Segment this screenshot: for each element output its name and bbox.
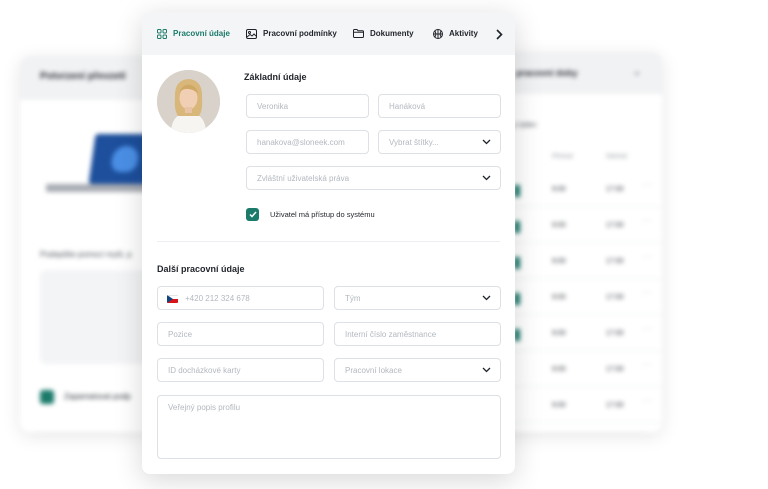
public-profile-placeholder: Veřejný popis profilu [168, 403, 241, 412]
first-name-value: Veronika [257, 102, 289, 111]
employee-id-placeholder: Interní číslo zaměstnance [345, 330, 437, 339]
grid-icon [157, 28, 167, 39]
user-rights-placeholder: Zvláštní uživatelská práva [257, 174, 350, 183]
first-name-field[interactable]: Veronika [246, 94, 369, 118]
tags-placeholder: Vybrat štítky... [389, 138, 439, 147]
email-field[interactable]: hanakova@sloneek.com [246, 130, 369, 154]
phone-field[interactable]: +420 212 324 678 [157, 286, 324, 310]
tab-label: Pracovní údaje [173, 29, 230, 38]
more-icon: ··· [642, 324, 653, 333]
tab-label: Dokumenty [370, 29, 414, 38]
attendance-card-placeholder: ID docházkové karty [168, 366, 241, 375]
more-icon: ··· [642, 216, 653, 225]
chevron-down-icon [482, 367, 491, 373]
background-sign-text: Podepište pomocí myši, p [40, 250, 132, 259]
avatar[interactable] [157, 70, 220, 133]
work-location-select[interactable]: Pracovní lokace [334, 358, 501, 382]
row-arrival: 9:00 [552, 186, 566, 193]
row-arrival: 9:00 [552, 330, 566, 337]
basketball-icon [433, 28, 443, 39]
background-worktime-subtitle: ý týden [514, 122, 537, 129]
czech-flag-icon [167, 295, 178, 303]
row-departure: 17:00 [606, 186, 624, 193]
system-access-label: Uživatel má přístup do systému [270, 210, 375, 219]
last-name-field[interactable]: Hanáková [378, 94, 501, 118]
profile-photo [157, 70, 220, 133]
image-icon [246, 28, 257, 39]
position-field[interactable]: Pozice [157, 322, 324, 346]
public-profile-textarea[interactable]: Veřejný popis profilu [157, 395, 501, 459]
row-arrival: 9:00 [552, 402, 566, 409]
team-select[interactable]: Tým [334, 286, 501, 310]
tab-documents[interactable]: Dokumenty [353, 12, 414, 55]
row-arrival: 9:00 [552, 294, 566, 301]
chevron-down-icon [482, 175, 491, 181]
chevron-right-icon [495, 28, 503, 40]
more-icon: ··· [642, 180, 653, 189]
background-worktime-title: pracovní doby [516, 68, 578, 78]
more-icon: ··· [642, 360, 653, 369]
basic-info-title: Základní údaje [244, 72, 307, 82]
tags-select[interactable]: Vybrat štítky... [378, 130, 501, 154]
row-arrival: 9:00 [552, 222, 566, 229]
employee-detail-card: Pracovní údaje Pracovní podmínky Dokumen… [142, 12, 515, 474]
background-remember-label: Zapamatovat podp [64, 392, 131, 401]
background-worktime-panel: pracovní doby ⌄ ý týden Příchod Odchod 9… [490, 52, 662, 432]
row-departure: 17:00 [606, 366, 624, 373]
team-placeholder: Tým [345, 294, 361, 303]
extra-info-title: Další pracovní údaje [157, 264, 245, 274]
row-arrival: 9:00 [552, 258, 566, 265]
checkmark-icon [248, 211, 257, 218]
background-table-row: 9:00 17:00 ··· [490, 392, 662, 423]
row-departure: 17:00 [606, 294, 624, 301]
background-table-row: 9:00 17:00 ··· [490, 176, 662, 207]
user-rights-select[interactable]: Zvláštní uživatelská práva [246, 166, 501, 190]
tab-bar: Pracovní údaje Pracovní podmínky Dokumen… [142, 12, 515, 55]
tab-work-conditions[interactable]: Pracovní podmínky [246, 12, 337, 55]
more-icon: ··· [642, 252, 653, 261]
background-table-row: 9:00 17:00 ··· [490, 212, 662, 243]
position-placeholder: Pozice [168, 330, 193, 339]
background-col-departure: Odchod [606, 154, 628, 160]
last-name-value: Hanáková [389, 102, 426, 111]
background-table-row: 9:00 17:00 ··· [490, 248, 662, 279]
background-handover-title: Potvrzení převzetí [40, 71, 126, 82]
background-col-arrival: Příchod [552, 154, 573, 160]
background-table-row: 9:00 17:00 ··· [490, 320, 662, 351]
tab-label: Aktivity [449, 29, 478, 38]
background-table-row: 9:00 17:00 ··· [490, 356, 662, 387]
background-handover-header: Potvrzení převzetí [20, 56, 150, 100]
attendance-card-field[interactable]: ID docházkové karty [157, 358, 324, 382]
background-handover-panel: Potvrzení převzetí Podepište pomocí myši… [20, 56, 160, 432]
row-departure: 17:00 [606, 258, 624, 265]
more-icon: ··· [642, 396, 653, 405]
chevron-down-icon: ⌄ [632, 64, 643, 78]
background-signature-pad [40, 270, 150, 364]
background-table-row: 9:00 17:00 ··· [490, 284, 662, 315]
system-access-checkbox[interactable] [246, 208, 259, 221]
row-departure: 17:00 [606, 222, 624, 229]
email-value: hanakova@sloneek.com [257, 138, 345, 147]
tab-scroll-next-button[interactable] [490, 24, 508, 44]
employee-id-field[interactable]: Interní číslo zaměstnance [334, 322, 501, 346]
background-worktime-header: pracovní doby ⌄ [490, 52, 662, 94]
tab-work-info[interactable]: Pracovní údaje [157, 12, 230, 55]
folder-icon [353, 29, 364, 38]
chevron-down-icon [482, 139, 491, 145]
tab-label: Pracovní podmínky [263, 29, 337, 38]
work-location-placeholder: Pracovní lokace [345, 366, 402, 375]
row-departure: 17:00 [606, 330, 624, 337]
tab-activities[interactable]: Aktivity [433, 12, 478, 55]
row-arrival: 9:00 [552, 366, 566, 373]
section-divider [157, 241, 500, 242]
chevron-down-icon [482, 295, 491, 301]
phone-value: +420 212 324 678 [185, 294, 250, 303]
more-icon: ··· [642, 288, 653, 297]
row-departure: 17:00 [606, 402, 624, 409]
background-checkbox [40, 390, 54, 404]
